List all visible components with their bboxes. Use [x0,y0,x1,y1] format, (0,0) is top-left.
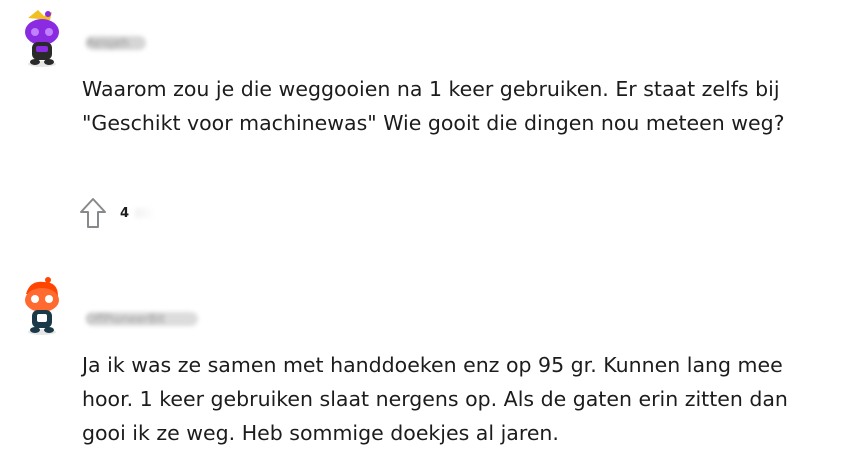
comment-body: Ja ik was ze samen met handdoeken enz op… [82,353,788,445]
avatar[interactable] [18,6,66,68]
upvote-arrow-icon[interactable] [78,196,108,230]
vote-count: 4 [120,205,130,221]
username[interactable]: OffPioneerBit [86,312,198,326]
comment-thread: Reisjeh Waarom zou je die weggooien na 1… [0,0,856,464]
snoo-avatar-icon [25,10,59,67]
vote-bar: 4 [78,196,156,230]
avatar[interactable] [18,274,66,336]
username[interactable]: Reisjeh [86,36,146,50]
snoo-avatar-icon [25,277,59,335]
downvote-area[interactable] [135,208,156,218]
comment-body: Waarom zou je die weggooien na 1 keer ge… [82,77,785,135]
